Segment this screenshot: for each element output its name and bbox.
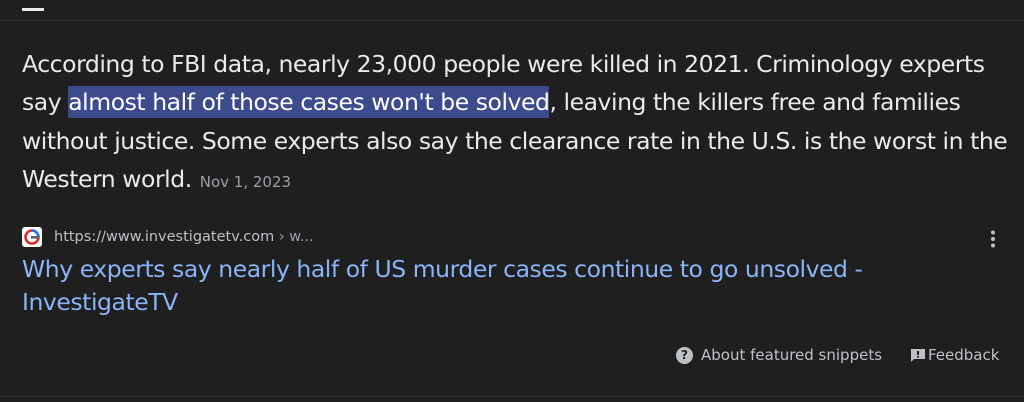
about-featured-snippets-label: About featured snippets [701, 346, 883, 364]
about-featured-snippets-link[interactable]: ? About featured snippets [676, 346, 882, 364]
snippet-highlight: almost half of those cases won't be solv… [68, 86, 550, 119]
source-url: https://www.investigatetv.com › w... [54, 229, 314, 245]
divider [0, 396, 1024, 397]
question-circle-icon: ? [676, 346, 693, 364]
featured-snippet-text: According to FBI data, nearly 23,000 peo… [22, 45, 1012, 201]
feedback-label: Feedback [928, 346, 1000, 364]
feedback-icon [911, 348, 925, 362]
source-url-host: https://www.investigatetv.com [54, 229, 275, 245]
feedback-link[interactable]: Feedback [910, 346, 999, 364]
more-vert-icon[interactable] [984, 228, 1002, 250]
source-row[interactable]: https://www.investigatetv.com › w... [22, 226, 314, 248]
source-url-path: › w... [274, 229, 314, 245]
snippet-date: Nov 1, 2023 [199, 172, 292, 191]
investigatetv-favicon [22, 227, 42, 247]
result-title-link[interactable]: Why experts say nearly half of US murder… [22, 253, 1002, 319]
snippet-footer: ? About featured snippets Feedback [0, 346, 1024, 370]
top-strip [0, 0, 1024, 21]
menu-dash [22, 8, 44, 11]
